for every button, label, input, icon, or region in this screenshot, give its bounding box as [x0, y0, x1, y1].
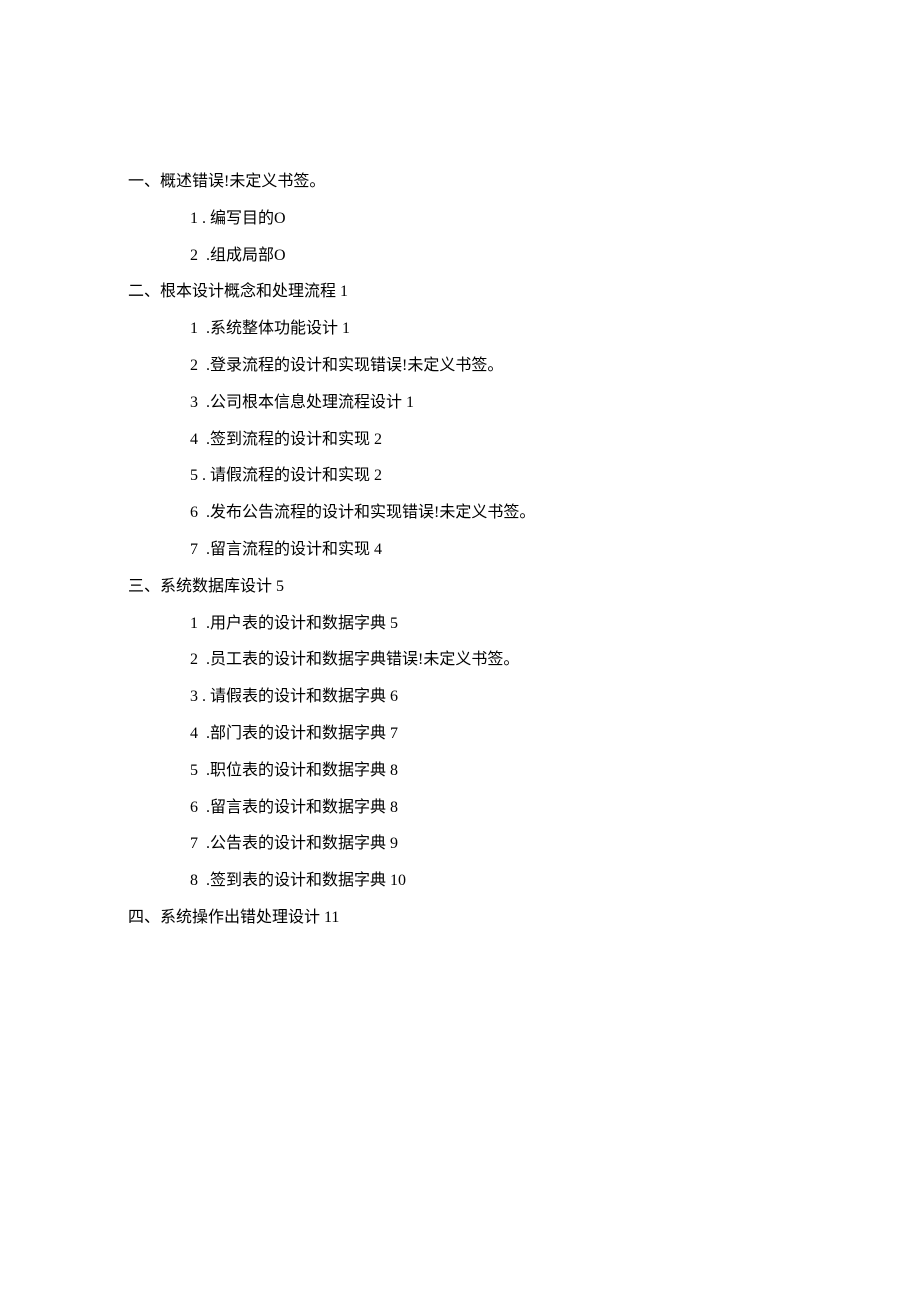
toc-entry: 6 .留言表的设计和数据字典 8	[128, 790, 800, 827]
toc-entry: 5 . 请假流程的设计和实现 2	[128, 458, 800, 495]
toc-entry: 6 .发布公告流程的设计和实现错误!未定义书签。	[128, 495, 800, 532]
toc-entry: 1 .用户表的设计和数据字典 5	[128, 606, 800, 643]
toc-entry: 2 .登录流程的设计和实现错误!未定义书签。	[128, 348, 800, 385]
toc-entry: 5 .职位表的设计和数据字典 8	[128, 753, 800, 790]
toc-entry: 四、系统操作出错处理设计 11	[128, 900, 800, 937]
toc-entry: 8 .签到表的设计和数据字典 10	[128, 863, 800, 900]
toc-entry: 3 . 请假表的设计和数据字典 6	[128, 679, 800, 716]
toc-entry: 一、概述错误!未定义书签。	[128, 164, 800, 201]
table-of-contents: 一、概述错误!未定义书签。1 . 编写目的O2 .组成局部O二、根本设计概念和处…	[128, 164, 800, 937]
toc-entry: 2 .员工表的设计和数据字典错误!未定义书签。	[128, 642, 800, 679]
toc-entry: 4 .部门表的设计和数据字典 7	[128, 716, 800, 753]
toc-entry: 二、根本设计概念和处理流程 1	[128, 274, 800, 311]
toc-entry: 三、系统数据库设计 5	[128, 569, 800, 606]
toc-entry: 3 .公司根本信息处理流程设计 1	[128, 385, 800, 422]
document-page: 一、概述错误!未定义书签。1 . 编写目的O2 .组成局部O二、根本设计概念和处…	[0, 0, 920, 937]
toc-entry: 7 .公告表的设计和数据字典 9	[128, 826, 800, 863]
toc-entry: 7 .留言流程的设计和实现 4	[128, 532, 800, 569]
toc-entry: 4 .签到流程的设计和实现 2	[128, 422, 800, 459]
toc-entry: 2 .组成局部O	[128, 238, 800, 275]
toc-entry: 1 . 编写目的O	[128, 201, 800, 238]
toc-entry: 1 .系统整体功能设计 1	[128, 311, 800, 348]
